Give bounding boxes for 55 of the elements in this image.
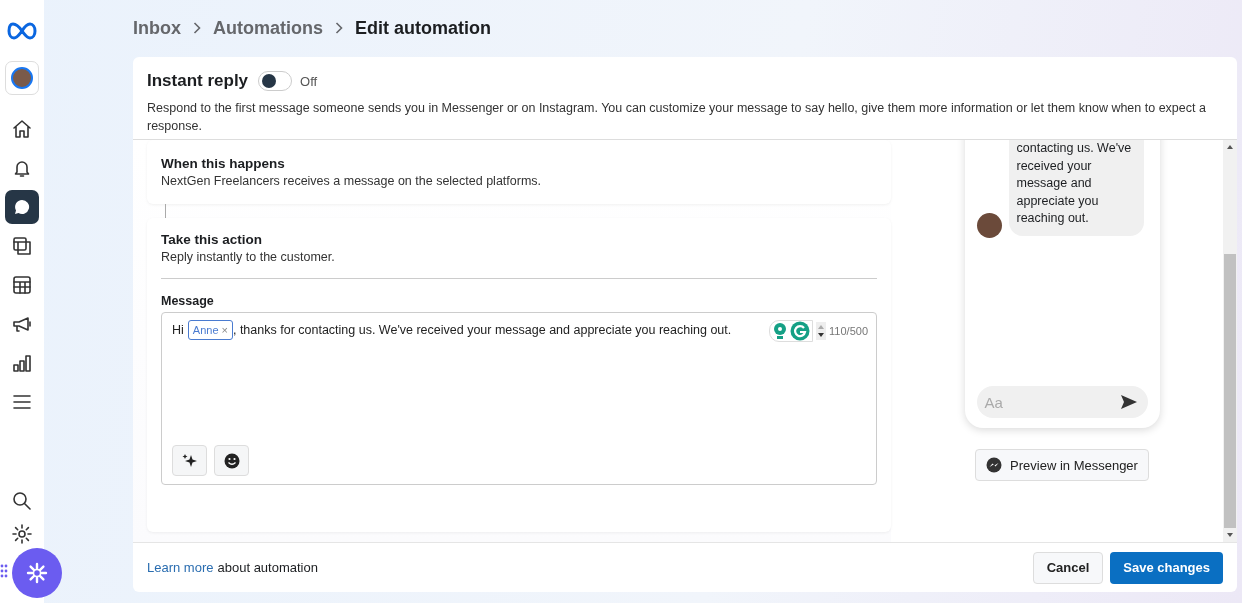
learn-more-link[interactable]: Learn more: [147, 560, 214, 575]
assistant-button[interactable]: [12, 548, 62, 598]
nav-item[interactable]: [5, 190, 39, 224]
placeholder: Aa: [984, 393, 1003, 411]
stacked-pages-icon: [11, 235, 33, 257]
field-label: Message: [161, 294, 215, 308]
name-tag[interactable]: Anne ×: [187, 320, 233, 340]
message-text: Hi: [172, 323, 184, 337]
stepper-icon: [816, 322, 827, 340]
footer-text: about automation: [217, 560, 318, 575]
table-icon: [11, 274, 33, 296]
section-title: Instant reply: [147, 71, 249, 91]
breadcrumb-item[interactable]: Automations: [213, 17, 323, 39]
writing-assistant-widget[interactable]: [769, 320, 814, 342]
save-button[interactable]: Save changes: [1110, 551, 1223, 584]
bar-chart-icon: [11, 352, 33, 374]
scrollbar[interactable]: [1223, 140, 1237, 542]
card-subtitle: NextGen Freelancers receives a message on the selected platforms.: [161, 174, 543, 188]
scrollbar-thumb[interactable]: [1224, 254, 1236, 528]
scroll-up-icon[interactable]: [1227, 145, 1233, 149]
search-icon: [11, 490, 33, 512]
cancel-button[interactable]: Cancel: [1032, 551, 1104, 584]
message-field[interactable]: Hi Anne × , thanks for contacting us. We've received your message and appreciate you reaching out. 110/500: [161, 312, 877, 485]
avatar: [976, 212, 1002, 238]
lightbulb-icon: [772, 322, 789, 340]
smiley-icon: [223, 452, 240, 469]
account-switcher[interactable]: [5, 61, 39, 95]
card-subtitle: Reply instantly to the customer.: [161, 250, 336, 264]
scroll-down-icon[interactable]: [1227, 533, 1233, 537]
messenger-icon: [986, 457, 1003, 473]
g-logo-icon: [790, 321, 811, 341]
description: Respond to the first message someone sends you in Messenger or on Instagram. You can customize your message to say hello, give them more information or let them know when to expect a response.: [147, 100, 1207, 135]
ai-sparkle-button[interactable]: [172, 445, 207, 476]
home-icon: [11, 118, 33, 140]
infinity-logo-icon: [7, 22, 37, 40]
chevron-right-icon: [193, 22, 201, 34]
sparkle-icon: [181, 452, 198, 469]
message-bubble: contacting us. We've received your message and appreciate you reaching out.: [1008, 140, 1144, 236]
chevron-right-icon: [335, 22, 343, 34]
avatar: [11, 67, 33, 89]
breadcrumb-item: Edit automation: [355, 17, 491, 39]
character-counter: 110/500: [829, 325, 868, 337]
preview-button[interactable]: Preview in Messenger: [975, 449, 1149, 481]
sparkle-icon: [26, 562, 48, 584]
emoji-button[interactable]: [214, 445, 249, 476]
send-icon[interactable]: [1119, 394, 1138, 410]
message-text: , thanks for contacting us. We've received your message and appreciate you reaching out.: [232, 323, 732, 337]
toggle-switch[interactable]: [258, 71, 293, 91]
card-title: When this happens: [161, 156, 286, 171]
card-title: Take this action: [161, 232, 264, 247]
remove-tag-button[interactable]: ×: [221, 324, 228, 336]
breadcrumb-item[interactable]: Inbox: [133, 17, 181, 39]
toggle-label: Off: [300, 73, 318, 89]
grip-icon[interactable]: [0, 564, 8, 578]
settings-icon: [11, 523, 33, 545]
